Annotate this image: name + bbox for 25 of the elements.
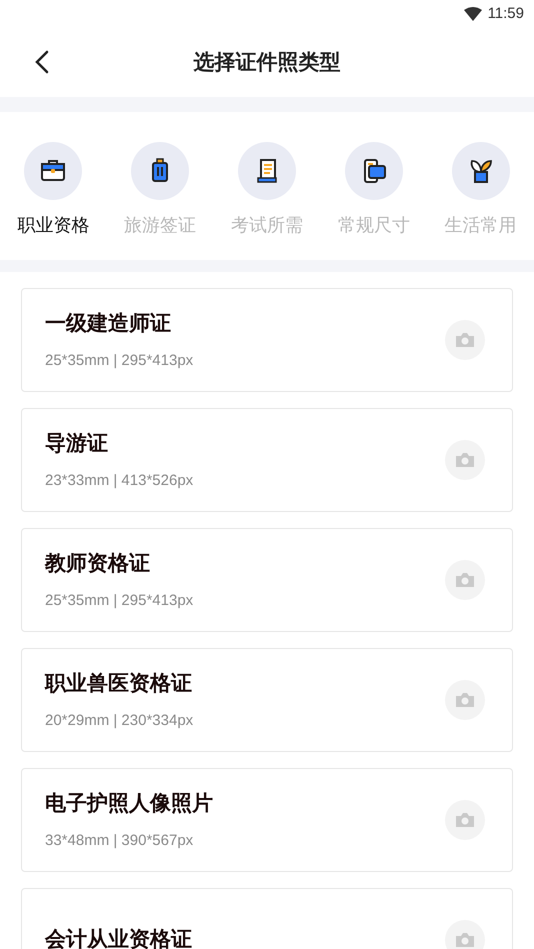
card-size: 20*29mm | 230*334px [45,710,194,730]
category-tab[interactable]: 职业资格 [17,142,90,254]
camera-icon [455,572,475,588]
photo-type-card[interactable]: 职业兽医资格证 20*29mm | 230*334px [21,648,513,752]
card-title: 导游证 [45,431,109,457]
page-title: 选择证件照类型 [194,50,340,76]
wifi-icon [464,7,482,21]
card-title: 教师资格证 [45,551,151,577]
photo-type-card[interactable]: 导游证 23*33mm | 413*526px [21,408,513,512]
camera-icon [455,332,475,348]
card-title: 一级建造师证 [45,311,172,337]
card-size: 23*33mm | 413*526px [45,470,194,490]
status-time: 11:59 [488,4,524,24]
photo-type-card[interactable]: 电子护照人像照片 33*48mm | 390*567px [21,768,513,872]
camera-icon [455,452,475,468]
photo-type-card[interactable]: 一级建造师证 25*35mm | 295*413px [21,288,513,392]
card-size: 33*48mm | 390*567px [45,830,194,850]
photo-type-card[interactable]: 教师资格证 25*35mm | 295*413px [21,528,513,632]
card-title: 职业兽医资格证 [45,671,193,697]
camera-icon [455,812,475,828]
camera-icon [455,692,475,708]
card-size: 25*35mm | 295*413px [45,350,194,370]
camera-icon [455,932,475,948]
card-title: 电子护照人像照片 [45,790,213,817]
card-size: 25*35mm | 295*413px [45,590,194,610]
